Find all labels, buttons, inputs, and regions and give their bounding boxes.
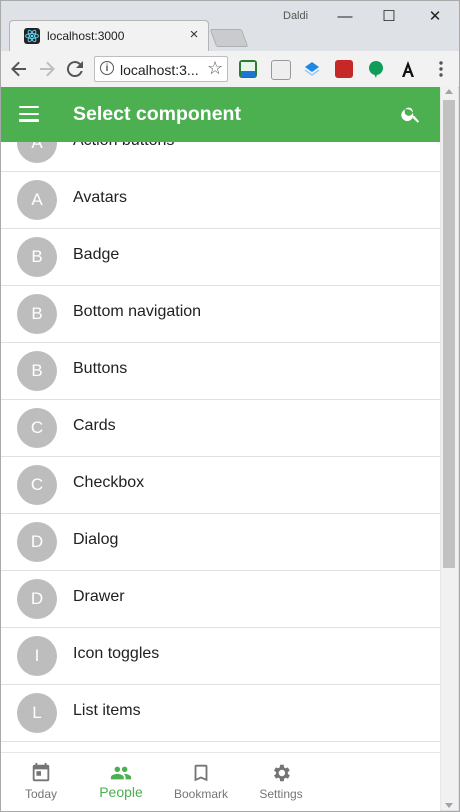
title-bar: localhost:3000 × Daldi — ☐ ✕ <box>1 1 459 51</box>
avatar: B <box>17 351 57 391</box>
list-item[interactable]: L List items <box>1 685 440 742</box>
bottom-nav-label: Today <box>24 787 58 801</box>
bottom-nav-settings[interactable]: Settings <box>241 753 321 811</box>
bottom-nav-label: Bookmark <box>173 787 229 801</box>
react-favicon-icon <box>24 28 40 44</box>
list-item-label: Buttons <box>73 360 128 377</box>
bookmark-star-icon[interactable]: ☆ <box>207 58 223 79</box>
list-item-label: List items <box>73 702 141 719</box>
avatar: C <box>17 465 57 505</box>
avatar: A <box>17 180 57 220</box>
avatar: L <box>17 693 57 733</box>
tab-title: localhost:3000 <box>47 29 125 43</box>
list-item-label: Badge <box>73 246 120 263</box>
scrollbar-thumb[interactable] <box>443 100 455 568</box>
search-icon[interactable] <box>400 103 422 125</box>
list-item[interactable]: A Action buttons <box>1 142 440 172</box>
page-title: Select component <box>73 103 241 125</box>
profile-name[interactable]: Daldi <box>283 10 308 22</box>
info-icon[interactable]: i <box>100 61 114 75</box>
extension-book-icon[interactable] <box>335 60 353 78</box>
hamburger-menu-icon[interactable] <box>19 106 39 122</box>
calendar-icon <box>30 762 52 784</box>
address-bar[interactable]: i localhost:3... ☆ <box>94 56 228 82</box>
forward-arrow-icon[interactable] <box>35 57 59 81</box>
avatar: C <box>17 408 57 448</box>
avatar: I <box>17 636 57 676</box>
extension-layers-icon[interactable] <box>303 60 321 78</box>
bottom-nav-today[interactable]: Today <box>1 753 81 811</box>
list-item-label: Icon toggles <box>73 645 160 662</box>
list-item[interactable]: I Icon toggles <box>1 628 440 685</box>
list-item[interactable]: B Badge <box>1 229 440 286</box>
avatar: B <box>17 237 57 277</box>
bottom-navigation: Today People Bookmark Settings <box>1 752 440 811</box>
maximize-button[interactable]: ☐ <box>369 5 409 29</box>
tab-close-icon[interactable]: × <box>186 26 202 43</box>
extension-document-icon[interactable] <box>271 60 291 80</box>
browser-toolbar: i localhost:3... ☆ <box>1 51 459 88</box>
address-text: localhost:3... <box>120 62 199 78</box>
scroll-down-icon[interactable] <box>445 803 453 808</box>
gear-icon <box>270 762 292 784</box>
list-item-label: Bottom navigation <box>73 303 202 320</box>
list-item[interactable]: B Buttons <box>1 343 440 400</box>
list-item[interactable]: D Dialog <box>1 514 440 571</box>
list-item-label: Cards <box>73 417 116 434</box>
browser-tab[interactable]: localhost:3000 × <box>9 20 209 51</box>
people-icon <box>110 762 132 784</box>
browser-menu-icon[interactable] <box>429 57 453 81</box>
list-item[interactable]: B Bottom navigation <box>1 286 440 343</box>
list-item-label: Action buttons <box>73 142 174 150</box>
scroll-up-icon[interactable] <box>445 89 453 94</box>
bookmark-icon <box>190 762 212 784</box>
list-item[interactable]: D Drawer <box>1 571 440 628</box>
list-item-label: Dialog <box>73 531 119 548</box>
bottom-nav-bookmark[interactable]: Bookmark <box>161 753 241 811</box>
back-arrow-icon[interactable] <box>7 57 31 81</box>
new-tab-button[interactable] <box>209 29 249 47</box>
avatar: B <box>17 294 57 334</box>
minimize-button[interactable]: — <box>325 5 365 29</box>
list-item-label: Checkbox <box>73 474 145 491</box>
list-item[interactable]: C Cards <box>1 400 440 457</box>
extension-sheets-icon[interactable] <box>239 60 257 78</box>
bottom-nav-people[interactable]: People <box>81 753 161 811</box>
bottom-nav-label: Settings <box>259 787 303 801</box>
scrollbar[interactable] <box>440 87 458 810</box>
avatar: D <box>17 579 57 619</box>
extension-chat-icon[interactable] <box>367 60 385 78</box>
component-list: A Action buttons A Avatars B Badge B Bottom nav… <box>1 142 440 752</box>
list-item[interactable]: A Avatars <box>1 172 440 229</box>
reload-icon[interactable] <box>63 57 87 81</box>
app-bar: Select component <box>1 87 440 142</box>
avatar: A <box>17 142 57 163</box>
list-item[interactable]: C Checkbox <box>1 457 440 514</box>
extension-font-icon[interactable] <box>399 60 417 78</box>
window-close-button[interactable]: ✕ <box>415 5 455 29</box>
list-item-label: Avatars <box>73 189 127 206</box>
list-item-label: Drawer <box>73 588 125 605</box>
bottom-nav-label: People <box>99 784 143 800</box>
avatar: D <box>17 522 57 562</box>
